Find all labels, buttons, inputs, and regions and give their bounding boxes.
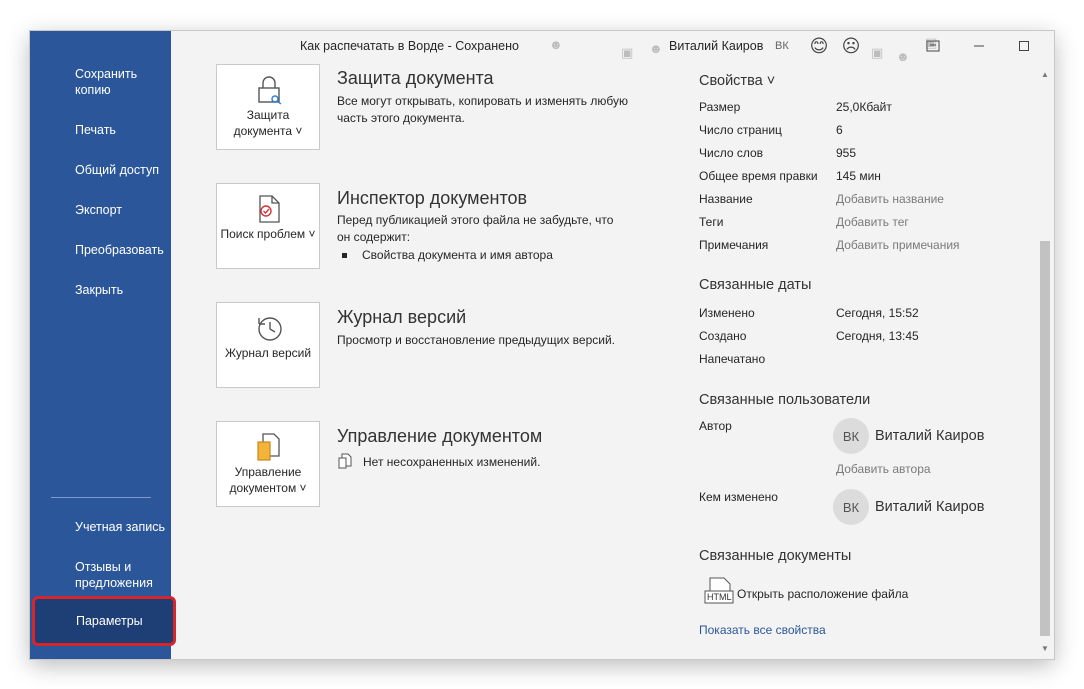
manage-document-label: Управление документом ˅ bbox=[229, 465, 307, 495]
versions-section-desc: Просмотр и восстановление предыдущих вер… bbox=[337, 333, 615, 347]
account-avatar[interactable]: ВК bbox=[775, 40, 789, 52]
scroll-up-icon[interactable]: ▲ bbox=[1041, 70, 1049, 79]
html-file-icon[interactable]: HTML bbox=[704, 577, 734, 605]
backstage-sidebar: Сохранить копию Печать Общий доступ Эксп… bbox=[30, 31, 171, 659]
last-modified-by-key: Кем изменено bbox=[699, 490, 778, 504]
unsaved-doc-icon bbox=[338, 453, 352, 474]
ribbon-display-options-icon[interactable] bbox=[923, 36, 943, 56]
check-for-issues-label: Поиск проблем ˅ bbox=[220, 227, 316, 241]
title-bar: Как распечатать в Ворде - Сохранено ☻ ▣ … bbox=[171, 31, 1054, 64]
versions-section-title: Журнал версий bbox=[337, 307, 467, 327]
prop-edit-time-key: Общее время правки bbox=[699, 169, 818, 183]
check-for-issues-button[interactable]: Поиск проблем ˅ bbox=[216, 183, 320, 269]
inspect-section-desc: Перед публикацией этого файла не забудьт… bbox=[337, 213, 614, 244]
prop-title-key: Название bbox=[699, 192, 753, 206]
bullet-icon bbox=[342, 253, 347, 258]
properties-dropdown[interactable]: Свойства ˅ bbox=[699, 73, 775, 89]
protect-section-desc: Все могут открывать, копировать и изменя… bbox=[337, 94, 628, 125]
version-history-button[interactable]: Журнал версий bbox=[216, 302, 320, 388]
add-title-field[interactable]: Добавить название bbox=[836, 192, 944, 206]
add-comments-field[interactable]: Добавить примечания bbox=[836, 238, 960, 252]
open-file-location-link[interactable]: Открыть расположение файла bbox=[737, 587, 908, 601]
decorative-doodle-icon: ☻ bbox=[549, 37, 563, 52]
vertical-scrollbar[interactable]: ▲ ▼ bbox=[1037, 66, 1054, 659]
decorative-doodle-icon: ☻ bbox=[896, 49, 910, 64]
modified-by-name[interactable]: Виталий Каиров bbox=[875, 499, 984, 515]
date-printed-key: Напечатано bbox=[699, 352, 766, 366]
date-modified-value: Сегодня, 15:52 bbox=[836, 306, 919, 320]
word-window: Сохранить копию Печать Общий доступ Эксп… bbox=[30, 31, 1054, 659]
manage-document-button[interactable]: Управление документом ˅ bbox=[216, 421, 320, 507]
modified-by-avatar[interactable]: ВК bbox=[833, 489, 869, 525]
frown-feedback-icon[interactable]: ☹ bbox=[841, 36, 861, 56]
sidebar-item-options[interactable]: Параметры bbox=[32, 596, 176, 646]
sidebar-item-transform[interactable]: Преобразовать bbox=[75, 242, 165, 258]
author-name[interactable]: Виталий Каиров bbox=[875, 428, 984, 444]
scroll-down-icon[interactable]: ▼ bbox=[1041, 644, 1049, 653]
prop-pages-value: 6 bbox=[836, 123, 843, 137]
sidebar-item-close[interactable]: Закрыть bbox=[75, 282, 165, 298]
sidebar-item-save-copy[interactable]: Сохранить копию bbox=[75, 66, 165, 98]
prop-words-key: Число слов bbox=[699, 146, 764, 160]
author-key: Автор bbox=[699, 419, 732, 433]
inspect-section-title: Инспектор документов bbox=[337, 188, 528, 208]
manage-section-title: Управление документом bbox=[337, 426, 543, 446]
inspect-bullet-item: Свойства документа и имя автора bbox=[362, 248, 553, 262]
sidebar-item-print[interactable]: Печать bbox=[75, 122, 165, 138]
add-author-link[interactable]: Добавить автора bbox=[836, 462, 931, 476]
sidebar-divider bbox=[51, 497, 151, 498]
date-created-key: Создано bbox=[699, 329, 747, 343]
decorative-doodle-icon: ▣ bbox=[871, 45, 884, 60]
sidebar-item-account[interactable]: Учетная запись bbox=[75, 519, 165, 535]
lock-icon bbox=[255, 75, 283, 105]
related-dates-heading: Связанные даты bbox=[699, 277, 812, 293]
protect-document-button[interactable]: Защита документа ˅ bbox=[216, 64, 320, 150]
related-documents-heading: Связанные документы bbox=[699, 548, 852, 564]
sidebar-item-feedback[interactable]: Отзывы и предложения bbox=[75, 559, 155, 591]
version-history-icon bbox=[255, 313, 283, 343]
protect-section-title: Защита документа bbox=[337, 68, 494, 88]
decorative-doodle-icon: ☻ bbox=[649, 41, 663, 56]
scrollbar-thumb[interactable] bbox=[1040, 241, 1050, 636]
related-people-heading: Связанные пользователи bbox=[699, 392, 871, 408]
html-file-badge: HTML bbox=[707, 592, 732, 602]
prop-pages-key: Число страниц bbox=[699, 123, 782, 137]
prop-comments-key: Примечания bbox=[699, 238, 769, 252]
manage-document-icon bbox=[255, 432, 283, 462]
smile-feedback-icon[interactable]: 😊 bbox=[809, 36, 829, 56]
manage-section-desc: Нет несохраненных изменений. bbox=[363, 455, 541, 469]
date-created-value: Сегодня, 13:45 bbox=[836, 329, 919, 343]
decorative-doodle-icon: ▣ bbox=[621, 45, 634, 60]
show-all-properties-link[interactable]: Показать все свойства bbox=[699, 623, 826, 637]
prop-size-key: Размер bbox=[699, 100, 741, 114]
date-modified-key: Изменено bbox=[699, 306, 755, 320]
inspect-document-icon bbox=[255, 194, 283, 224]
protect-document-label: Защита документа ˅ bbox=[233, 108, 303, 138]
account-name[interactable]: Виталий Каиров bbox=[669, 39, 763, 53]
document-title: Как распечатать в Ворде - Сохранено bbox=[300, 39, 519, 53]
maximize-icon[interactable] bbox=[1014, 36, 1034, 56]
prop-edit-time-value: 145 мин bbox=[836, 169, 881, 183]
prop-tags-key: Теги bbox=[699, 215, 724, 229]
sidebar-item-share[interactable]: Общий доступ bbox=[75, 162, 165, 178]
author-avatar[interactable]: ВК bbox=[833, 418, 869, 454]
add-tag-field[interactable]: Добавить тег bbox=[836, 215, 909, 229]
version-history-label: Журнал версий bbox=[224, 346, 312, 360]
prop-words-value: 955 bbox=[836, 146, 857, 160]
minimize-icon[interactable] bbox=[969, 36, 989, 56]
prop-size-value: 25,0Кбайт bbox=[836, 100, 892, 114]
sidebar-item-export[interactable]: Экспорт bbox=[75, 202, 165, 218]
